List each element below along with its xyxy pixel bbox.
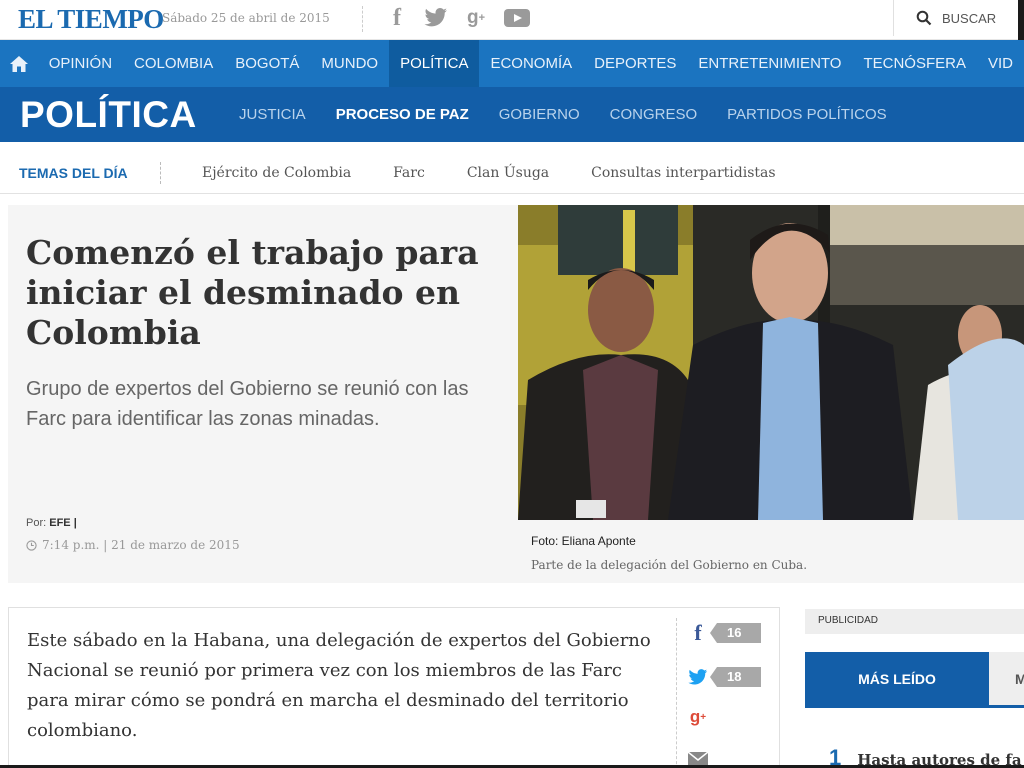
youtube-icon[interactable]	[504, 6, 530, 30]
ad-label: PUBLICIDAD	[805, 609, 1024, 634]
section-title[interactable]: POLÍTICA	[0, 94, 224, 136]
hero-article: Comenzó el trabajo para iniciar el desmi…	[8, 205, 1024, 583]
nav-colombia[interactable]: COLOMBIA	[123, 40, 224, 87]
timestamp: 7:14 p.m. | 21 de marzo de 2015	[42, 538, 240, 552]
facebook-icon[interactable]: f	[387, 5, 407, 31]
most-read-tabs: MÁS LEÍDO M	[805, 652, 1024, 708]
tab-mas-leido[interactable]: MÁS LEÍDO	[805, 652, 989, 705]
tema-link[interactable]: Clan Úsuga	[467, 165, 549, 181]
current-date: Sábado 25 de abril de 2015	[162, 11, 330, 25]
subnav-justicia[interactable]: JUSTICIA	[224, 106, 321, 123]
nav-economia[interactable]: ECONOMÍA	[479, 40, 583, 87]
byline: Por: EFE |	[26, 517, 77, 529]
search-button[interactable]: BUSCAR	[893, 0, 1017, 36]
nav-video[interactable]: VID	[977, 40, 1024, 87]
nav-deportes[interactable]: DEPORTES	[583, 40, 687, 87]
facebook-icon: f	[694, 620, 702, 645]
publish-time: 7:14 p.m. | 21 de marzo de 2015	[26, 538, 240, 552]
tema-link[interactable]: Ejército de Colombia	[202, 165, 351, 181]
tema-link[interactable]: Consultas interpartidistas	[591, 165, 775, 181]
nav-mundo[interactable]: MUNDO	[310, 40, 389, 87]
subnav-partidos-politicos[interactable]: PARTIDOS POLÍTICOS	[712, 106, 901, 123]
divider	[362, 6, 363, 32]
nav-bogota[interactable]: BOGOTÁ	[224, 40, 310, 87]
article-headline: Comenzó el trabajo para iniciar el desmi…	[26, 233, 479, 352]
temas-del-dia-bar: TEMAS DEL DÍA Ejército de Colombia Farc …	[0, 152, 1024, 194]
subnav-gobierno[interactable]: GOBIERNO	[484, 106, 595, 123]
subnav-congreso[interactable]: CONGRESO	[595, 106, 713, 123]
divider	[160, 161, 161, 184]
article-body: Este sábado en la Habana, una delegación…	[8, 607, 780, 768]
facebook-share[interactable]: f 16	[687, 620, 761, 645]
article-photo[interactable]	[518, 205, 1024, 520]
search-icon	[916, 10, 932, 26]
site-logo[interactable]: EL TIEMPO	[18, 4, 164, 35]
window-edge	[1018, 0, 1024, 40]
photo-credit: Foto: Eliana Aponte	[531, 534, 636, 548]
article-paragraph: Este sábado en la Habana, una delegación…	[27, 630, 651, 741]
share-divider	[676, 618, 677, 768]
nav-entretenimiento[interactable]: ENTRETENIMIENTO	[687, 40, 852, 87]
googleplus-share[interactable]: g +	[687, 706, 709, 728]
facebook-share-count: 16	[710, 623, 761, 643]
nav-tecnosfera[interactable]: TECNÓSFERA	[852, 40, 977, 87]
clock-icon	[26, 539, 37, 551]
googleplus-icon: g +	[689, 707, 707, 726]
article-summary: Grupo de expertos del Gobierno se reunió…	[26, 378, 469, 430]
tema-link[interactable]: Farc	[393, 165, 425, 181]
section-bar: POLÍTICA JUSTICIA PROCESO DE PAZ GOBIERN…	[0, 87, 1024, 142]
twitter-icon	[687, 666, 709, 688]
photo-caption: Parte de la delegación del Gobierno en C…	[531, 558, 808, 572]
search-label: BUSCAR	[942, 10, 997, 26]
byline-prefix: Por:	[26, 517, 47, 529]
tab-secondary[interactable]: M	[989, 652, 1024, 705]
googleplus-icon[interactable]: g +	[462, 6, 490, 30]
nav-opinion[interactable]: OPINIÓN	[38, 40, 123, 87]
byline-author[interactable]: EFE |	[49, 517, 77, 529]
twitter-icon[interactable]	[422, 6, 450, 30]
temas-label: TEMAS DEL DÍA	[19, 164, 128, 181]
nav-politica[interactable]: POLÍTICA	[389, 40, 480, 87]
twitter-share-count: 18	[710, 667, 761, 687]
twitter-share[interactable]: 18	[687, 666, 761, 688]
subnav-proceso-de-paz[interactable]: PROCESO DE PAZ	[321, 106, 484, 123]
home-icon[interactable]	[0, 40, 38, 87]
top-bar: EL TIEMPO Sábado 25 de abril de 2015 f g…	[0, 0, 1024, 40]
main-nav: OPINIÓN COLOMBIA BOGOTÁ MUNDO POLÍTICA E…	[0, 40, 1024, 87]
